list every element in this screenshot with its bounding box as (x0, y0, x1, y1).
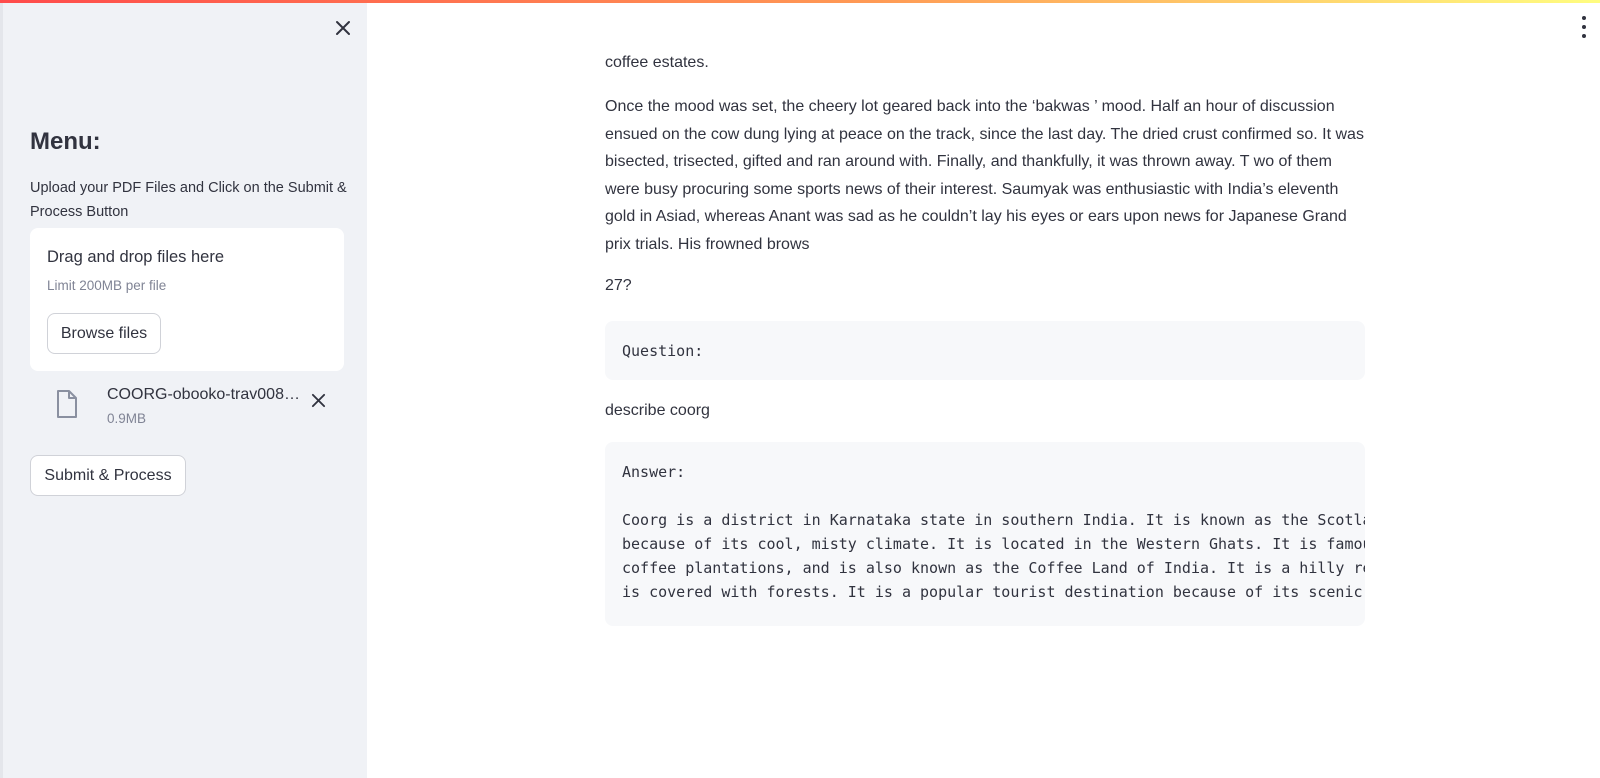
kebab-dot (1582, 34, 1586, 38)
kebab-menu-icon (1582, 16, 1586, 20)
menu-title: Menu: (30, 128, 101, 155)
uploaded-file-item: COORG-obooko-trav0080.pdf 0.9MB (30, 382, 344, 434)
dropzone-limit: Limit 200MB per file (47, 278, 167, 293)
question-code-block: Question: (605, 321, 1365, 380)
close-icon (311, 393, 325, 407)
question-text: describe coorg (605, 402, 710, 419)
question-label: Question: (622, 342, 704, 360)
upload-instructions: Upload your PDF Files and Click on the S… (30, 180, 347, 220)
submit-process-button[interactable]: Submit & Process (30, 455, 186, 496)
context-paragraph-2: Once the mood was set, the cheery lot ge… (605, 98, 1364, 253)
file-icon (57, 390, 77, 418)
file-name: COORG-obooko-trav0080.pdf (107, 386, 305, 403)
dropzone-title: Drag and drop files here (47, 248, 225, 266)
answer-code-block[interactable]: Answer: Coorg is a district in Karnataka… (605, 442, 1365, 626)
kebab-dot (1582, 25, 1586, 29)
file-dropzone[interactable]: Drag and drop files here Limit 200MB per… (30, 228, 344, 371)
close-icon (336, 21, 350, 35)
browse-files-button[interactable]: Browse files (47, 313, 161, 354)
close-sidebar-button[interactable] (331, 16, 355, 40)
context-paragraph-3: 27? (605, 277, 632, 294)
main-content: coffee estates. Once the mood was set, t… (605, 0, 1365, 778)
file-size: 0.9MB (107, 411, 147, 426)
sidebar: Menu: Upload your PDF Files and Click on… (0, 0, 367, 778)
answer-text: Answer: Coorg is a district in Karnataka… (622, 463, 1365, 601)
context-paragraph-1: coffee estates. (605, 54, 709, 71)
main-menu-button[interactable] (1578, 16, 1590, 38)
remove-file-button[interactable] (306, 388, 330, 412)
top-decoration-bar (0, 0, 1600, 3)
